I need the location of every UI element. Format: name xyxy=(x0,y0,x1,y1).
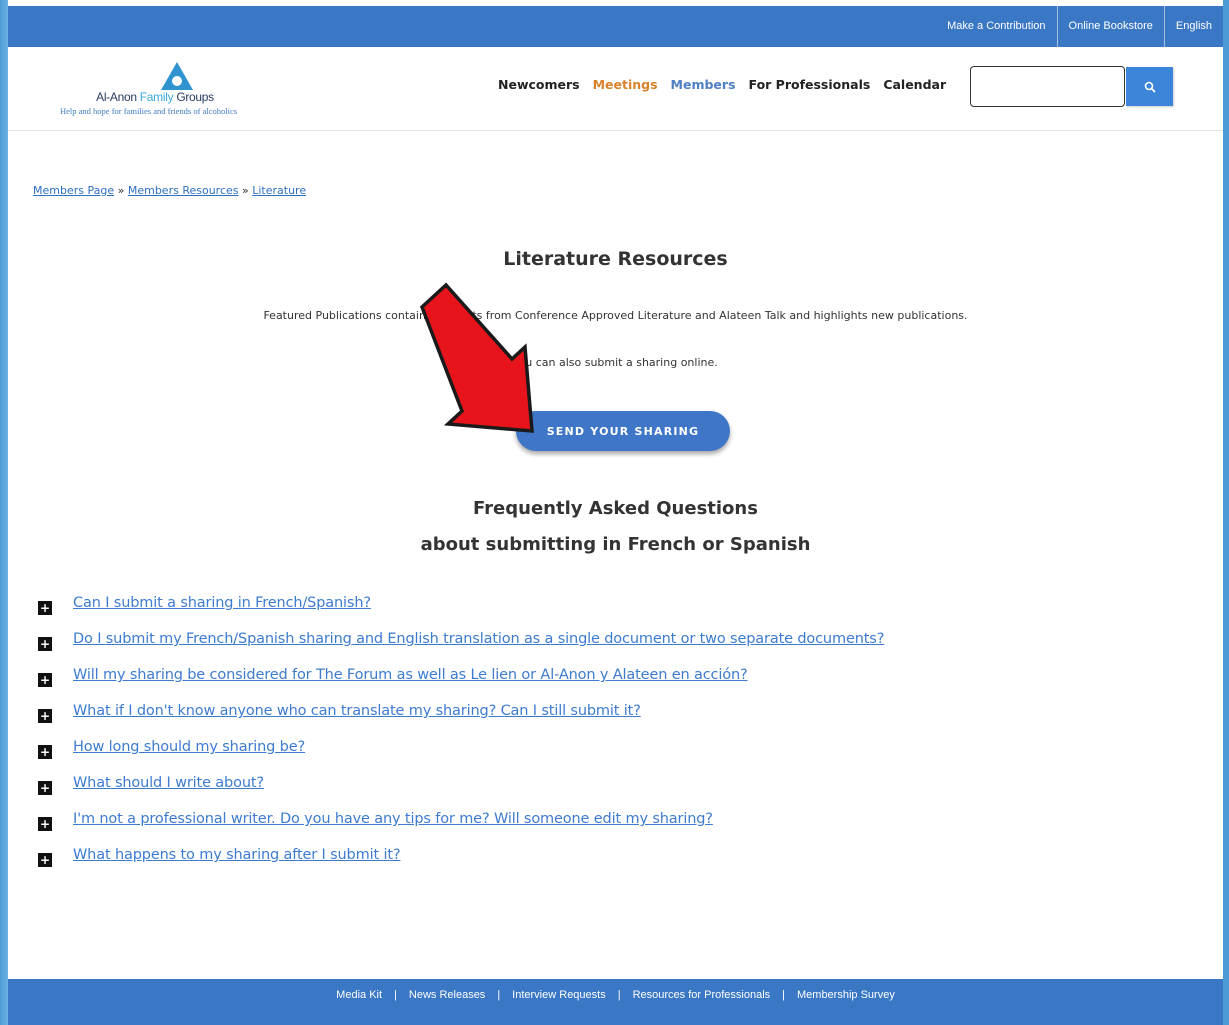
site-logo[interactable]: Al-Anon Family Groups Help and hope for … xyxy=(60,61,300,121)
footer-news-releases[interactable]: News Releases xyxy=(409,989,485,1001)
footer-interview-requests[interactable]: Interview Requests xyxy=(512,989,606,1001)
breadcrumb-members-page[interactable]: Members Page xyxy=(33,184,114,197)
nav-calendar[interactable]: Calendar xyxy=(883,77,946,92)
send-your-sharing-button[interactable]: SEND YOUR SHARING xyxy=(516,411,730,451)
faq-question-link[interactable]: I'm not a professional writer. Do you ha… xyxy=(73,811,713,827)
breadcrumb-members-resources[interactable]: Members Resources xyxy=(128,184,239,197)
breadcrumb: Members Page » Members Resources » Liter… xyxy=(33,184,306,197)
faq-question-link[interactable]: What happens to my sharing after I submi… xyxy=(73,847,401,863)
page-title: Literature Resources xyxy=(503,248,728,270)
footer-resources-for-professionals[interactable]: Resources for Professionals xyxy=(633,989,771,1001)
faq-item: + I'm not a professional writer. Do you … xyxy=(38,811,1218,847)
search-icon xyxy=(1144,81,1156,93)
triangle-logo-icon xyxy=(161,62,193,90)
faq-heading-line2: about submitting in French or Spanish xyxy=(420,534,811,555)
language-selector[interactable]: English xyxy=(1163,6,1223,47)
page: Make a Contribution Online Bookstore Eng… xyxy=(8,6,1223,1025)
faq-heading: Frequently Asked Questions about submitt… xyxy=(8,491,1223,563)
breadcrumb-separator: » xyxy=(242,184,249,197)
utility-links: Make a Contribution Online Bookstore Eng… xyxy=(936,6,1223,47)
footer-separator: | xyxy=(782,989,785,1001)
nav-meetings[interactable]: Meetings xyxy=(593,77,658,92)
breadcrumb-literature[interactable]: Literature xyxy=(252,184,306,197)
online-bookstore-link[interactable]: Online Bookstore xyxy=(1056,6,1164,47)
nav-members[interactable]: Members xyxy=(671,77,736,92)
footer-separator: | xyxy=(394,989,397,1001)
red-arrow-annotation-icon xyxy=(419,282,534,433)
faq-question-link[interactable]: Can I submit a sharing in French/Spanish… xyxy=(73,595,371,611)
top-utility-bar: Make a Contribution Online Bookstore Eng… xyxy=(8,6,1223,47)
faq-heading-line1: Frequently Asked Questions xyxy=(473,498,758,519)
faq-item: + What if I don't know anyone who can tr… xyxy=(38,703,1218,739)
expand-plus-icon[interactable]: + xyxy=(38,781,52,795)
expand-plus-icon[interactable]: + xyxy=(38,853,52,867)
main-nav: Newcomers Meetings Members For Professio… xyxy=(498,77,959,92)
expand-plus-icon[interactable]: + xyxy=(38,745,52,759)
expand-plus-icon[interactable]: + xyxy=(38,673,52,687)
faq-item: + Will my sharing be considered for The … xyxy=(38,667,1218,703)
nav-for-professionals[interactable]: For Professionals xyxy=(749,77,871,92)
logo-tagline: Help and hope for families and friends o… xyxy=(60,106,238,116)
breadcrumb-separator: » xyxy=(117,184,125,197)
faq-question-link[interactable]: Do I submit my French/Spanish sharing an… xyxy=(73,631,884,647)
faq-item: + Can I submit a sharing in French/Spani… xyxy=(38,595,1218,631)
site-header: Al-Anon Family Groups Help and hope for … xyxy=(8,47,1223,131)
logo-name-part: Al-Anon xyxy=(96,90,140,104)
logo-name: Al-Anon Family Groups xyxy=(60,90,250,104)
site-footer: Media Kit | News Releases | Interview Re… xyxy=(8,979,1223,1025)
footer-separator: | xyxy=(497,989,501,1001)
faq-item: + Do I submit my French/Spanish sharing … xyxy=(38,631,1218,667)
faq-question-link[interactable]: What should I write about? xyxy=(73,775,264,791)
footer-separator: | xyxy=(617,989,621,1001)
logo-name-part: Groups xyxy=(173,90,214,104)
expand-plus-icon[interactable]: + xyxy=(38,601,52,615)
nav-newcomers[interactable]: Newcomers xyxy=(498,77,580,92)
faq-question-link[interactable]: How long should my sharing be? xyxy=(73,739,305,755)
intro-text: Featured Publications contains excerpts … xyxy=(8,309,1223,322)
faq-item: + What should I write about? xyxy=(38,775,1218,811)
expand-plus-icon[interactable]: + xyxy=(38,817,52,831)
submit-online-text: You can also submit a sharing online. xyxy=(513,356,718,369)
expand-plus-icon[interactable]: + xyxy=(38,709,52,723)
faq-item: + What happens to my sharing after I sub… xyxy=(38,847,1218,883)
faq-question-link[interactable]: Will my sharing be considered for The Fo… xyxy=(73,667,748,683)
faq-item: + How long should my sharing be? xyxy=(38,739,1218,775)
footer-membership-survey[interactable]: Membership Survey xyxy=(797,989,895,1001)
faq-list: + Can I submit a sharing in French/Spani… xyxy=(38,595,1218,883)
make-contribution-link[interactable]: Make a Contribution xyxy=(936,6,1056,47)
intro-text-part: from Conference Approved Literature and … xyxy=(482,309,968,322)
faq-question-link[interactable]: What if I don't know anyone who can tran… xyxy=(73,703,641,719)
logo-name-family: Family xyxy=(139,90,174,104)
footer-media-kit[interactable]: Media Kit xyxy=(336,989,382,1001)
search-button[interactable] xyxy=(1126,67,1173,106)
expand-plus-icon[interactable]: + xyxy=(38,637,52,651)
search-input[interactable] xyxy=(970,66,1125,107)
